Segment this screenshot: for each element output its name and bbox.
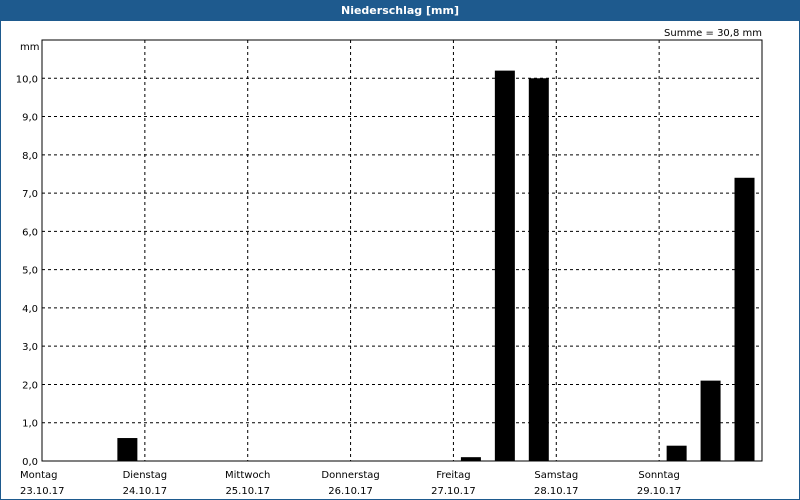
x-tick-day: Donnerstag [321,470,379,481]
x-tick-day: Mittwoch [225,470,270,481]
precipitation-bar [700,380,721,461]
precipitation-bar [528,78,549,461]
y-tick-label: 8,0 [22,151,38,162]
x-tick-day: Dienstag [123,470,168,481]
precipitation-bar [666,445,687,461]
y-tick-label: 3,0 [22,342,38,353]
x-tick-day: Sonntag [638,470,680,481]
precipitation-bar [460,457,481,461]
x-tick-day: Montag [20,470,57,481]
precipitation-bar [494,70,515,462]
precipitation-bar [734,177,755,462]
x-tick-date: 29.10.17 [637,486,682,497]
x-tick-date: 25.10.17 [225,486,270,497]
precipitation-chart: mm Summe = 30,8 mm 0,0 1,0 2,0 3,0 4,0 5,0 6,0… [16,28,763,497]
y-tick-label: 4,0 [22,304,38,315]
x-tick-date: 26.10.17 [328,486,373,497]
y-tick-label: 6,0 [22,227,38,238]
plot-area-border [41,39,763,462]
y-tick-label: 10,0 [16,74,38,85]
x-tick-day: Samstag [534,470,578,481]
x-tick-date: 27.10.17 [431,486,476,497]
y-tick-label: 5,0 [22,266,38,277]
x-tick-date: 28.10.17 [534,486,579,497]
y-tick-label: 1,0 [22,419,38,430]
precipitation-bar [117,438,138,461]
sum-annotation: Summe = 30,8 mm [664,28,762,39]
x-tick-date: 24.10.17 [123,486,168,497]
y-axis-unit-label: mm [20,42,39,53]
y-tick-label: 0,0 [22,457,38,468]
x-tick-date: 23.10.17 [20,486,65,497]
y-tick-label: 7,0 [22,189,38,200]
x-tick-day: Freitag [436,470,470,481]
y-tick-label: 2,0 [22,380,38,391]
y-tick-label: 9,0 [22,113,38,124]
